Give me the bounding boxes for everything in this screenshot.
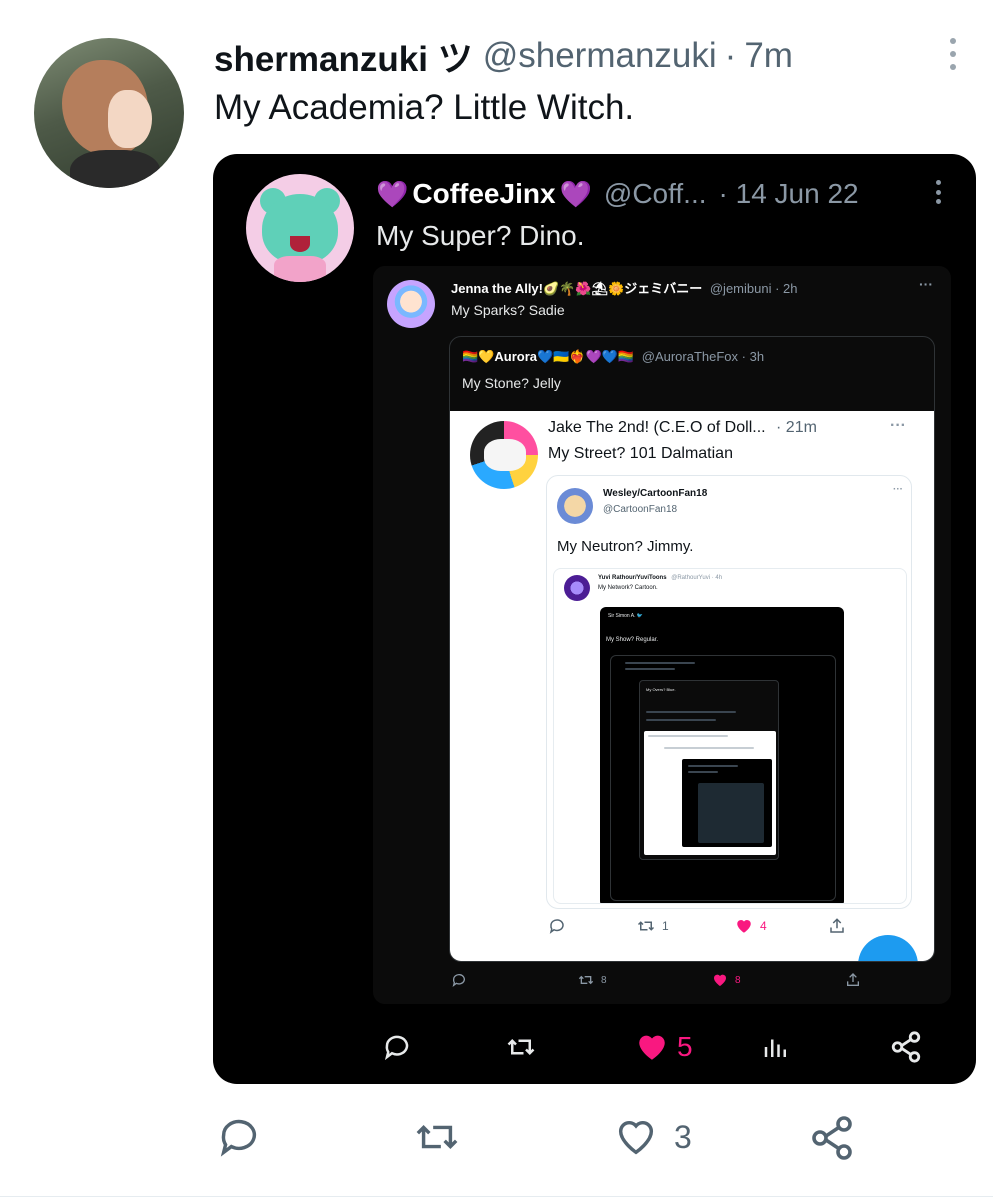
more-options-icon xyxy=(931,176,945,208)
nested-quote-card: My Overs? Blue. xyxy=(610,655,836,901)
quoted-display-name: Jake The 2nd! (C.E.O of Doll... xyxy=(548,419,766,436)
analytics-icon xyxy=(761,1030,791,1064)
quoted-tweet-header: Yuvi Rathour/YuviToons @RathourYuvi · 4h xyxy=(598,575,722,581)
retweet-icon: 1 xyxy=(636,917,669,935)
quoted-tweet-card: 🏳️‍🌈💛Aurora💙🇺🇦❤️‍🔥💜💙🏳️‍🌈 @AuroraTheFox ·… xyxy=(449,336,935,962)
quoted-handle: @RathourYuvi · 4h xyxy=(671,575,723,581)
quoted-tweet-text: My Street? 101 Dalmatian xyxy=(548,445,733,462)
nested-quote-card: My Overs? Blue. xyxy=(639,680,779,860)
screenshot-tweet-card: Jake The 2nd! (C.E.O of Doll... · 21m ··… xyxy=(450,411,934,961)
quoted-display-name: Jenna the Ally!🥑🌴🌺⛱🌼ジェミバニー xyxy=(451,281,703,296)
share-button[interactable] xyxy=(808,1114,856,1162)
nested-tweet-text: My Show? Regular. xyxy=(606,637,659,643)
share-icon xyxy=(889,1030,923,1064)
quoted-user-avatar xyxy=(470,421,538,489)
nested-quote-card xyxy=(682,759,772,847)
quoted-timestamp: · 21m xyxy=(776,419,817,436)
quoted-user-avatar xyxy=(564,575,590,601)
like-count: 5 xyxy=(677,1031,693,1062)
retweet-icon: 8 xyxy=(577,972,607,988)
quoted-handle: @jemibuni · 2h xyxy=(709,281,798,296)
reply-icon xyxy=(548,917,566,935)
timestamp[interactable]: 7m xyxy=(744,36,793,76)
reply-button[interactable] xyxy=(216,1114,262,1160)
share-icon xyxy=(845,972,861,988)
quoted-display-name: Yuvi Rathour/YuviToons xyxy=(598,575,667,581)
quoted-tweet-card: Jenna the Ally!🥑🌴🌺⛱🌼ジェミバニー @jemibuni · 2… xyxy=(373,266,951,1004)
tweet-text: My Academia? Little Witch. xyxy=(214,88,635,127)
quoted-tweet-header: Jake The 2nd! (C.E.O of Doll... · 21m xyxy=(548,419,817,437)
embedded-user-avatar xyxy=(246,174,354,282)
nested-screenshot: Sir Simon A. 🐦 My Show? Regular. My Over… xyxy=(600,607,844,903)
tweet-header: shermanzuki ツ @shermanzuki · 7m xyxy=(214,34,793,79)
retweet-icon xyxy=(503,1032,539,1062)
quoted-handle: @AuroraTheFox · 3h xyxy=(641,349,765,364)
like-icon: 8 xyxy=(711,972,741,988)
nested-quote-card xyxy=(644,731,776,855)
like-button[interactable]: 3 xyxy=(612,1114,692,1160)
more-options-icon[interactable] xyxy=(944,34,962,74)
more-options-icon: ··· xyxy=(890,417,906,434)
divider xyxy=(0,1196,993,1197)
embedded-timestamp: · 14 Jun 22 xyxy=(718,178,859,209)
retweet-count: 8 xyxy=(601,974,607,986)
retweet-button[interactable] xyxy=(412,1114,462,1160)
embedded-tweet-text: My Super? Dino. xyxy=(376,220,585,251)
reply-icon xyxy=(451,972,467,988)
quoted-user-avatar xyxy=(387,280,435,328)
more-options-icon: ··· xyxy=(919,276,933,292)
quoted-tweet-card: Yuvi Rathour/YuviToons @RathourYuvi · 4h… xyxy=(553,568,907,904)
user-handle[interactable]: @shermanzuki xyxy=(483,36,717,76)
like-count: 8 xyxy=(735,974,741,986)
quoted-tweet-header: 🏳️‍🌈💛Aurora💙🇺🇦❤️‍🔥💜💙🏳️‍🌈 @AuroraTheFox ·… xyxy=(462,349,764,365)
user-avatar[interactable] xyxy=(34,38,184,188)
quoted-tweet-card: Wesley/CartoonFan18 @CartoonFan18 ··· My… xyxy=(546,475,912,909)
like-count: 4 xyxy=(760,919,767,933)
share-icon xyxy=(828,917,846,935)
embedded-user-handle: @Coff... xyxy=(603,178,707,209)
quoted-handle: @CartoonFan18 xyxy=(603,504,678,515)
display-name[interactable]: shermanzuki ツ xyxy=(214,31,473,82)
like-count: 3 xyxy=(674,1118,692,1155)
more-options-icon: ··· xyxy=(893,484,903,495)
embedded-tweet-header: 💜 CoffeeJinx 💜 @Coff... · 14 Jun 22 xyxy=(376,174,859,214)
purple-heart-icon: 💜 xyxy=(559,178,592,209)
reply-icon xyxy=(380,1032,414,1062)
quoted-user-avatar xyxy=(557,488,593,524)
quoted-tweet-text: My Network? Cartoon. xyxy=(598,585,658,591)
nested-tweet-text: My Overs? Blue. xyxy=(646,687,676,692)
separator-dot: · xyxy=(724,36,737,75)
quoted-tweet-text: My Neutron? Jimmy. xyxy=(557,538,694,555)
nested-tweet-header: Sir Simon A. 🐦 xyxy=(608,613,644,619)
like-icon: 5 xyxy=(633,1030,693,1064)
compose-button xyxy=(858,935,918,961)
retweet-count: 1 xyxy=(662,919,669,933)
quoted-display-name: 🏳️‍🌈💛Aurora💙🇺🇦❤️‍🔥💜💙🏳️‍🌈 xyxy=(462,349,635,364)
quoted-tweet-text: My Sparks? Sadie xyxy=(451,302,565,318)
quoted-display-name: Wesley/CartoonFan18 xyxy=(603,488,708,499)
purple-heart-icon: 💜 xyxy=(376,178,409,209)
nested-quote-card xyxy=(698,783,764,843)
quoted-tweet-header: Jenna the Ally!🥑🌴🌺⛱🌼ジェミバニー @jemibuni · 2… xyxy=(451,278,797,297)
embedded-display-name: CoffeeJinx xyxy=(412,178,556,209)
like-icon: 4 xyxy=(734,917,767,935)
quoted-tweet-text: My Stone? Jelly xyxy=(462,375,561,391)
attached-image[interactable]: 💜 CoffeeJinx 💜 @Coff... · 14 Jun 22 My S… xyxy=(213,154,976,1084)
